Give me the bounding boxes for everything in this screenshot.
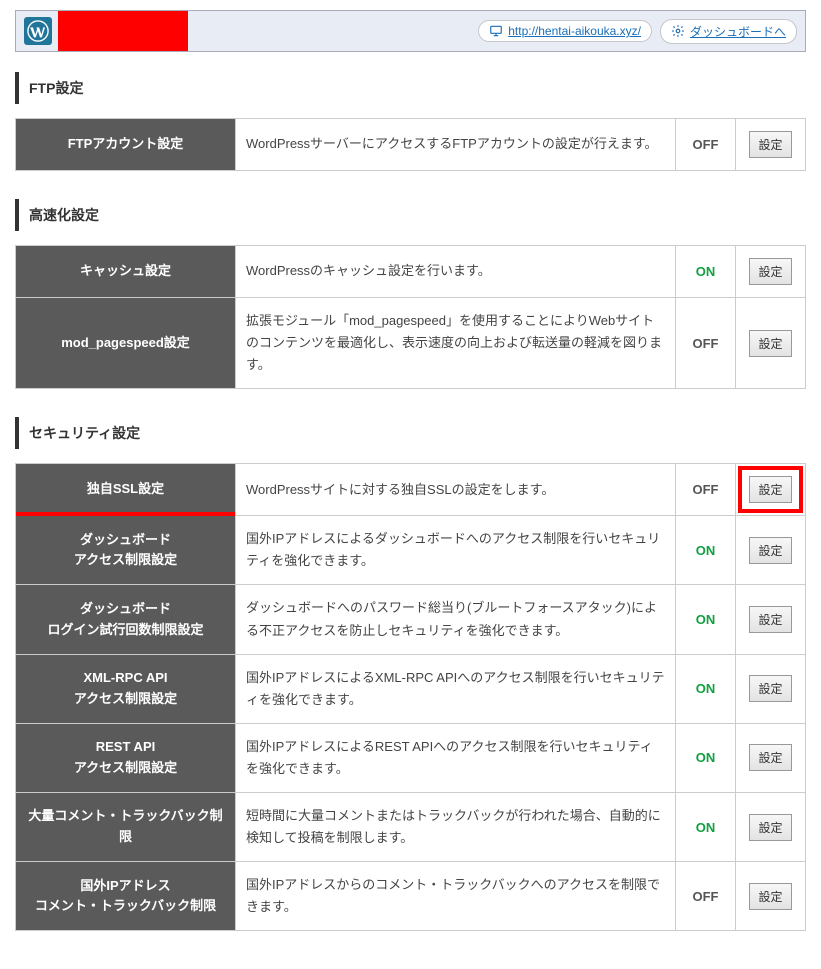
row-label: 国外IPアドレスコメント・トラックバック制限 — [16, 862, 236, 931]
row-label: mod_pagespeed設定 — [16, 298, 236, 389]
status-badge: ON — [676, 654, 736, 723]
row-desc: WordPressサイトに対する独自SSLの設定をします。 — [236, 464, 676, 516]
settings-button[interactable]: 設定 — [749, 330, 791, 357]
row-desc: ダッシュボードへのパスワード総当り(ブルートフォースアタック)による不正アクセス… — [236, 585, 676, 654]
settings-button[interactable]: 設定 — [749, 744, 791, 771]
site-url-pill[interactable]: http://hentai-aikouka.xyz/ — [478, 20, 652, 42]
wordpress-logo-icon — [24, 17, 52, 45]
table-row: FTPアカウント設定 WordPressサーバーにアクセスするFTPアカウントの… — [16, 119, 806, 171]
table-row: 独自SSL設定 WordPressサイトに対する独自SSLの設定をします。 OF… — [16, 464, 806, 516]
row-desc: WordPressのキャッシュ設定を行います。 — [236, 246, 676, 298]
status-badge: ON — [676, 516, 736, 585]
row-desc: 短時間に大量コメントまたはトラックバックが行われた場合、自動的に検知して投稿を制… — [236, 793, 676, 862]
settings-button[interactable]: 設定 — [749, 537, 791, 564]
dashboard-pill[interactable]: ダッシュボードへ — [660, 19, 797, 44]
row-label: ダッシュボードログイン試行回数制限設定 — [16, 585, 236, 654]
section-title-security: セキュリティ設定 — [15, 417, 806, 449]
section-title-speed: 高速化設定 — [15, 199, 806, 231]
row-label: ダッシュボードアクセス制限設定 — [16, 516, 236, 585]
topbar: http://hentai-aikouka.xyz/ ダッシュボードへ — [15, 10, 806, 52]
dashboard-link[interactable]: ダッシュボードへ — [690, 23, 786, 40]
settings-button[interactable]: 設定 — [749, 258, 791, 285]
row-desc: 拡張モジュール「mod_pagespeed」を使用することによりWebサイトのコ… — [236, 298, 676, 389]
status-badge: ON — [676, 793, 736, 862]
site-url-link[interactable]: http://hentai-aikouka.xyz/ — [508, 24, 641, 38]
status-badge: OFF — [676, 119, 736, 171]
status-badge: OFF — [676, 862, 736, 931]
settings-button[interactable]: 設定 — [749, 675, 791, 702]
row-desc: WordPressサーバーにアクセスするFTPアカウントの設定が行えます。 — [236, 119, 676, 171]
table-row: 大量コメント・トラックバック制限 短時間に大量コメントまたはトラックバックが行わ… — [16, 793, 806, 862]
row-desc: 国外IPアドレスによるXML-RPC APIへのアクセス制限を行いセキュリティを… — [236, 654, 676, 723]
status-badge: ON — [676, 585, 736, 654]
row-label: キャッシュ設定 — [16, 246, 236, 298]
security-table: 独自SSL設定 WordPressサイトに対する独自SSLの設定をします。 OF… — [15, 463, 806, 931]
gear-icon — [671, 24, 685, 38]
settings-button[interactable]: 設定 — [749, 814, 791, 841]
row-label: XML-RPC APIアクセス制限設定 — [16, 654, 236, 723]
speed-table: キャッシュ設定 WordPressのキャッシュ設定を行います。 ON 設定 mo… — [15, 245, 806, 389]
row-desc: 国外IPアドレスによるダッシュボードへのアクセス制限を行いセキュリティを強化でき… — [236, 516, 676, 585]
monitor-icon — [489, 24, 503, 38]
table-row: REST APIアクセス制限設定 国外IPアドレスによるREST APIへのアク… — [16, 723, 806, 792]
section-speed: 高速化設定 キャッシュ設定 WordPressのキャッシュ設定を行います。 ON… — [15, 199, 806, 389]
row-label: REST APIアクセス制限設定 — [16, 723, 236, 792]
row-label: FTPアカウント設定 — [16, 119, 236, 171]
row-label: 大量コメント・トラックバック制限 — [16, 793, 236, 862]
settings-button[interactable]: 設定 — [749, 883, 791, 910]
table-row: ダッシュボードアクセス制限設定 国外IPアドレスによるダッシュボードへのアクセス… — [16, 516, 806, 585]
redacted-block — [58, 11, 188, 51]
table-row: キャッシュ設定 WordPressのキャッシュ設定を行います。 ON 設定 — [16, 246, 806, 298]
table-row: 国外IPアドレスコメント・トラックバック制限 国外IPアドレスからのコメント・ト… — [16, 862, 806, 931]
section-security: セキュリティ設定 独自SSL設定 WordPressサイトに対する独自SSLの設… — [15, 417, 806, 931]
ftp-table: FTPアカウント設定 WordPressサーバーにアクセスするFTPアカウントの… — [15, 118, 806, 171]
settings-button[interactable]: 設定 — [749, 476, 791, 503]
table-row: XML-RPC APIアクセス制限設定 国外IPアドレスによるXML-RPC A… — [16, 654, 806, 723]
section-title-ftp: FTP設定 — [15, 72, 806, 104]
row-desc: 国外IPアドレスによるREST APIへのアクセス制限を行いセキュリティを強化で… — [236, 723, 676, 792]
status-badge: ON — [676, 246, 736, 298]
status-badge: ON — [676, 723, 736, 792]
row-desc: 国外IPアドレスからのコメント・トラックバックへのアクセスを制限できます。 — [236, 862, 676, 931]
status-badge: OFF — [676, 464, 736, 516]
row-label: 独自SSL設定 — [16, 464, 236, 516]
section-ftp: FTP設定 FTPアカウント設定 WordPressサーバーにアクセスするFTP… — [15, 72, 806, 171]
settings-button[interactable]: 設定 — [749, 606, 791, 633]
settings-button[interactable]: 設定 — [749, 131, 791, 158]
status-badge: OFF — [676, 298, 736, 389]
table-row: mod_pagespeed設定 拡張モジュール「mod_pagespeed」を使… — [16, 298, 806, 389]
table-row: ダッシュボードログイン試行回数制限設定 ダッシュボードへのパスワード総当り(ブル… — [16, 585, 806, 654]
